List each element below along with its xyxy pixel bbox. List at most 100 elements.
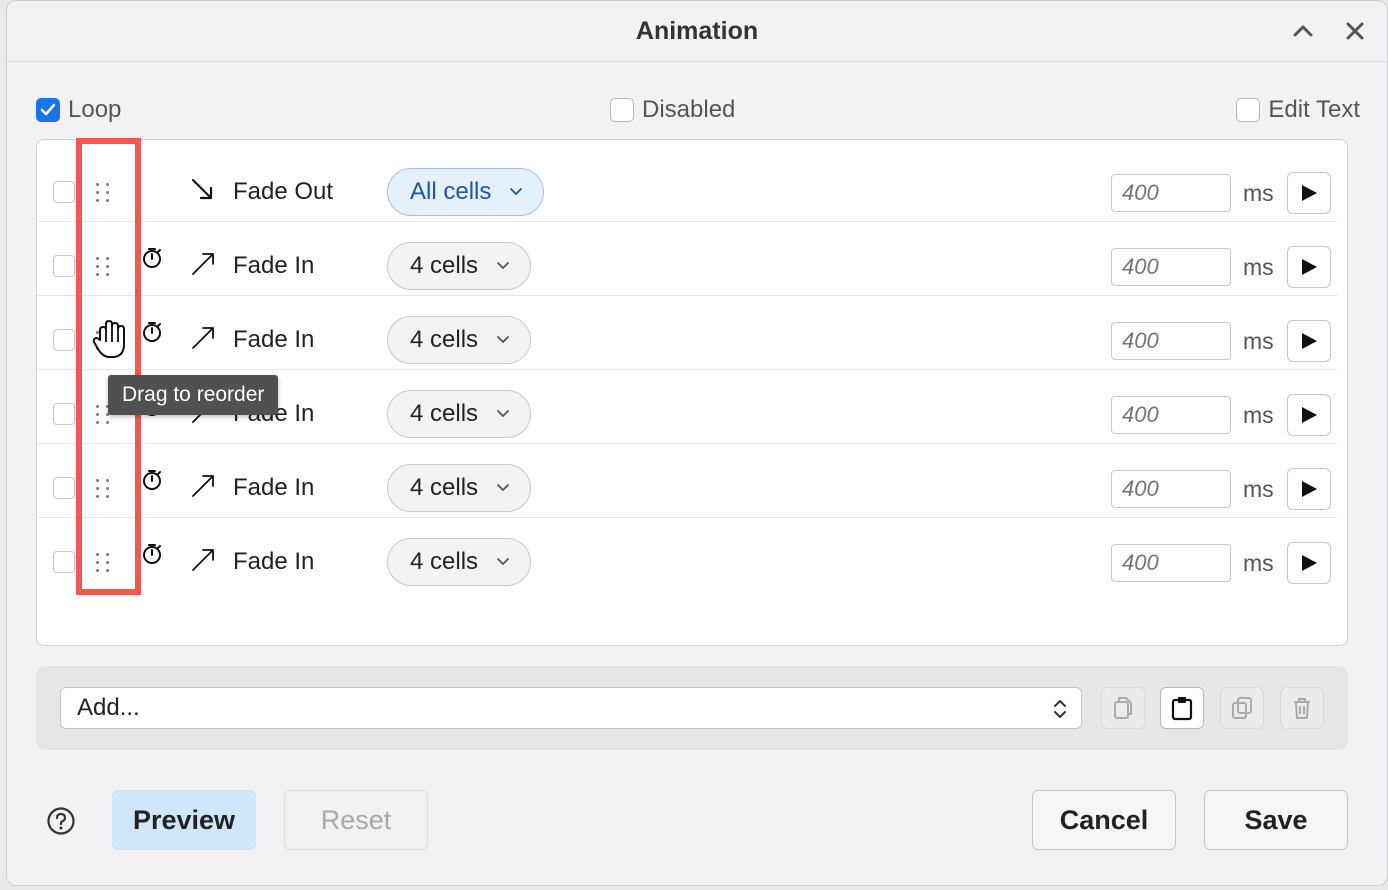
effect-label: Fade Out xyxy=(233,178,334,205)
trash-icon xyxy=(1294,698,1310,719)
cells-dropdown[interactable]: 4 cells xyxy=(387,538,532,586)
row-checkbox[interactable] xyxy=(53,403,75,425)
duration-input[interactable] xyxy=(1111,396,1231,434)
cells-dropdown[interactable]: 4 cells xyxy=(387,242,532,290)
save-button[interactable]: Save xyxy=(1204,790,1348,850)
play-button[interactable] xyxy=(1287,468,1331,510)
play-button[interactable] xyxy=(1287,172,1331,214)
select-arrows-icon xyxy=(1054,700,1066,718)
duration-unit: ms xyxy=(1243,550,1274,576)
play-icon xyxy=(1302,333,1317,349)
collapse-icon[interactable] xyxy=(1287,15,1319,47)
timer-icon xyxy=(143,248,161,268)
edit-text-option[interactable]: Edit Text xyxy=(1236,96,1360,124)
paste-button[interactable] xyxy=(1160,687,1204,729)
chevron-down-icon xyxy=(497,410,509,417)
copy-icon xyxy=(1114,697,1132,719)
play-button[interactable] xyxy=(1287,542,1331,584)
chevron-down-icon xyxy=(497,558,509,565)
play-icon xyxy=(1302,481,1317,497)
cells-dropdown[interactable]: 4 cells xyxy=(387,390,532,438)
timer-icon xyxy=(143,322,161,342)
duration-unit: ms xyxy=(1243,254,1274,280)
play-icon xyxy=(1302,555,1317,571)
arrow-up-right-icon xyxy=(192,327,214,349)
cells-dropdown[interactable]: 4 cells xyxy=(387,464,532,512)
dialog-title: Animation xyxy=(635,16,759,45)
animation-step-row: Fade In 4 cells ms xyxy=(37,296,1337,370)
edit-text-checkbox[interactable] xyxy=(1236,98,1261,122)
row-checkbox[interactable] xyxy=(53,255,75,277)
delete-button[interactable] xyxy=(1280,687,1324,729)
preview-button[interactable]: Preview xyxy=(112,790,256,850)
loop-checkbox[interactable] xyxy=(36,98,60,122)
duration-unit: ms xyxy=(1243,328,1274,354)
cells-label: All cells xyxy=(410,178,492,205)
copy-button[interactable] xyxy=(1101,687,1145,729)
arrow-up-right-icon xyxy=(192,549,214,571)
play-button[interactable] xyxy=(1287,394,1331,436)
edit-text-label: Edit Text xyxy=(1268,96,1360,123)
effect-label: Fade In xyxy=(233,474,315,501)
options-bar: Loop Disabled Edit Text xyxy=(36,96,1360,128)
animation-step-row: Fade In 4 cells ms xyxy=(37,518,1337,592)
play-button[interactable] xyxy=(1287,246,1331,288)
cancel-button[interactable]: Cancel xyxy=(1032,790,1176,850)
effect-label: Fade In xyxy=(233,548,315,575)
clipboard-icon xyxy=(1171,697,1193,721)
loop-option[interactable]: Loop xyxy=(36,96,121,124)
drag-handle-icon[interactable] xyxy=(93,252,113,280)
duration-unit: ms xyxy=(1243,476,1274,502)
timer-icon xyxy=(143,544,161,564)
cells-dropdown[interactable]: 4 cells xyxy=(387,316,532,364)
effect-label: Fade In xyxy=(233,326,315,353)
row-checkbox[interactable] xyxy=(53,181,75,203)
row-checkbox[interactable] xyxy=(53,551,75,573)
play-icon xyxy=(1302,407,1317,423)
row-checkbox[interactable] xyxy=(53,477,75,499)
add-step-select[interactable]: Add... xyxy=(60,687,1082,729)
title-bar: Animation xyxy=(7,1,1387,62)
drag-handle-icon[interactable] xyxy=(93,548,113,576)
play-button[interactable] xyxy=(1287,320,1331,362)
cells-label: 4 cells xyxy=(410,400,479,427)
disabled-checkbox[interactable] xyxy=(610,98,634,122)
play-icon xyxy=(1302,185,1317,201)
duration-input[interactable] xyxy=(1111,174,1231,212)
drag-tooltip: Drag to reorder xyxy=(108,375,279,415)
chevron-down-icon xyxy=(497,336,509,343)
chevron-down-icon xyxy=(497,262,509,269)
reset-button[interactable]: Reset xyxy=(284,790,428,850)
duration-input[interactable] xyxy=(1111,544,1231,582)
duration-unit: ms xyxy=(1243,402,1274,428)
disabled-label: Disabled xyxy=(642,96,736,123)
drag-handle-icon[interactable] xyxy=(93,474,113,502)
arrow-up-right-icon xyxy=(192,253,214,275)
duplicate-icon xyxy=(1232,697,1252,719)
duplicate-button[interactable] xyxy=(1220,687,1264,729)
cells-label: 4 cells xyxy=(410,548,479,575)
arrow-up-right-icon xyxy=(192,475,214,497)
play-icon xyxy=(1302,259,1317,275)
row-checkbox[interactable] xyxy=(53,329,75,351)
loop-label: Loop xyxy=(68,96,122,123)
close-icon[interactable] xyxy=(1339,15,1371,47)
add-bar: Add... xyxy=(36,666,1348,750)
effect-label: Fade In xyxy=(233,252,315,279)
animation-step-row: Fade In 4 cells ms xyxy=(37,222,1337,296)
duration-input[interactable] xyxy=(1111,322,1231,360)
chevron-down-icon xyxy=(497,484,509,491)
cells-dropdown[interactable]: All cells xyxy=(387,168,545,216)
duration-input[interactable] xyxy=(1111,470,1231,508)
cells-label: 4 cells xyxy=(410,326,479,353)
animation-step-row: Fade In 4 cells ms xyxy=(37,444,1337,518)
duration-input[interactable] xyxy=(1111,248,1231,286)
help-icon[interactable] xyxy=(46,806,76,836)
drag-handle-icon[interactable] xyxy=(93,178,113,206)
cells-label: 4 cells xyxy=(410,252,479,279)
animation-step-row: Fade Out All cells ms xyxy=(37,148,1337,222)
chevron-down-icon xyxy=(510,188,523,195)
cells-label: 4 cells xyxy=(410,474,479,501)
duration-unit: ms xyxy=(1243,180,1274,206)
disabled-option[interactable]: Disabled xyxy=(610,96,735,124)
